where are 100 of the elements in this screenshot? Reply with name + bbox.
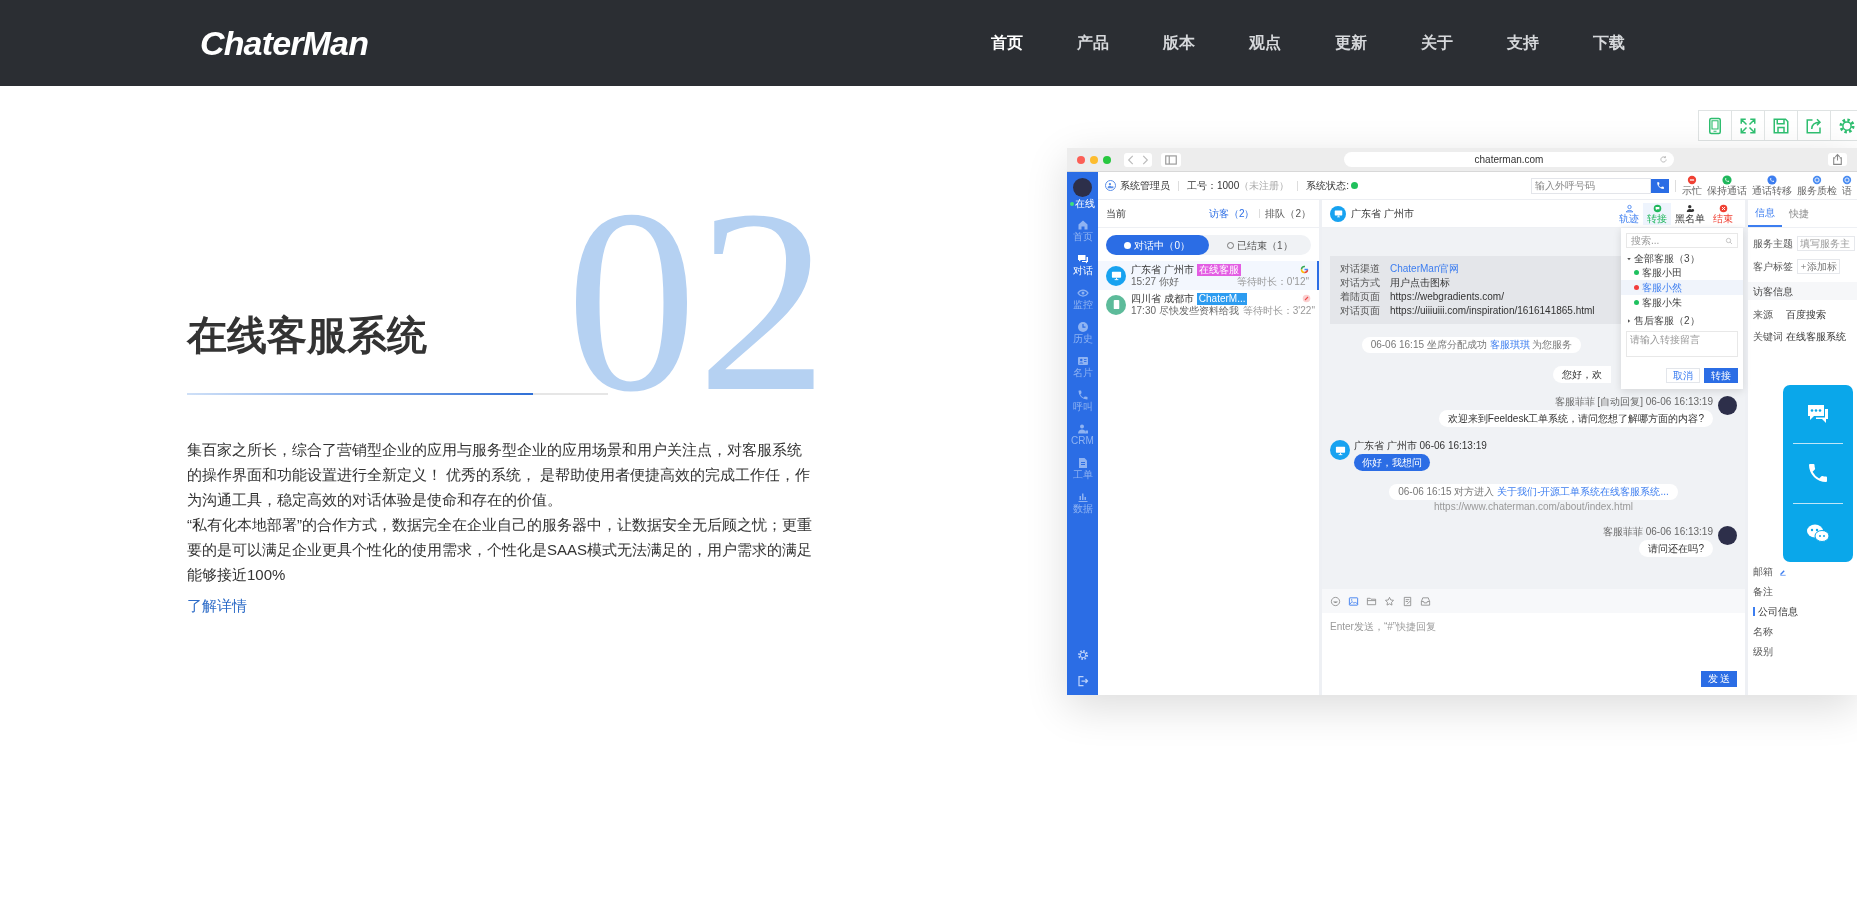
agent-option[interactable]: 客服小田 bbox=[1621, 265, 1743, 280]
wait-time: 等待时长：3'22" bbox=[1241, 304, 1315, 317]
smiley-icon[interactable] bbox=[1330, 595, 1341, 607]
info-value: https://webgradients.com/ bbox=[1390, 290, 1504, 304]
message-meta: 客服菲菲 06-06 16:13:19 bbox=[1602, 526, 1713, 538]
status-label: 系统状态: bbox=[1306, 179, 1350, 193]
call-button[interactable] bbox=[1651, 178, 1669, 193]
field-value: 在线客服系统 bbox=[1786, 330, 1846, 344]
cancel-button[interactable]: 取消 bbox=[1666, 368, 1700, 383]
nav-link[interactable]: 观点 bbox=[1222, 31, 1308, 55]
message-meta: 客服菲菲 [自动回复] 06-06 16:13:19 bbox=[1554, 396, 1713, 408]
sidebar-item[interactable]: 对话 bbox=[1072, 253, 1093, 277]
call-action-button[interactable]: 保持通话 bbox=[1707, 174, 1747, 197]
logo[interactable]: ChaterMan bbox=[200, 17, 369, 69]
transfer-note-field[interactable]: 请输入转接留言 bbox=[1626, 331, 1738, 357]
details-tab[interactable]: 快捷 bbox=[1782, 200, 1816, 227]
slash-badge-icon bbox=[1302, 294, 1311, 303]
section-title: 在线客服系统 bbox=[187, 312, 427, 359]
call-action-button[interactable]: 示忙 bbox=[1682, 174, 1702, 197]
call-action-button[interactable]: 语 bbox=[1842, 174, 1852, 197]
service-topic-field[interactable]: 填写服务主 bbox=[1797, 236, 1855, 251]
nav-link[interactable]: 首页 bbox=[964, 31, 1050, 55]
info-value: 用户点击图标 bbox=[1390, 276, 1450, 290]
pencil-icon[interactable] bbox=[1779, 567, 1787, 576]
add-tag-button[interactable]: 添加标 bbox=[1797, 259, 1840, 274]
learn-more-link[interactable]: 了解详情 bbox=[187, 595, 247, 618]
conversation-item[interactable]: 四川省 成都市 ChaterM... 17:30 尽快发些资料给我 等待时长：3'22" bbox=[1098, 290, 1319, 319]
search-field[interactable]: 搜索... bbox=[1626, 233, 1738, 248]
field-label: 备注 bbox=[1753, 585, 1773, 599]
field-label: 服务主题 bbox=[1753, 237, 1793, 251]
chat-action-button[interactable]: 黑名单 bbox=[1671, 202, 1709, 225]
wait-time: 等待时长：0'12" bbox=[1235, 275, 1309, 288]
last-message: 17:30 尽快发些资料给我 bbox=[1131, 304, 1239, 317]
nav-link[interactable]: 更新 bbox=[1308, 31, 1394, 55]
nav-link[interactable]: 关于 bbox=[1394, 31, 1480, 55]
url-text: chaterman.com bbox=[1474, 153, 1544, 167]
agent-group[interactable]: 售后客服（2） bbox=[1626, 314, 1738, 327]
conversation-item[interactable]: 广东省 广州市 在线客服 15:27 你好 等待时长：0'12" bbox=[1098, 261, 1319, 290]
star-icon[interactable] bbox=[1384, 595, 1395, 607]
dial-number-field[interactable]: 输入外呼号码 bbox=[1531, 177, 1651, 194]
info-label: 着陆页面 bbox=[1340, 290, 1381, 304]
call-action-button[interactable]: 服务质检 bbox=[1797, 174, 1837, 197]
user-icon bbox=[1107, 182, 1114, 189]
agent-option[interactable]: 客服小朱 bbox=[1621, 295, 1743, 310]
field-label: 来源 bbox=[1753, 308, 1774, 322]
monitor-icon bbox=[1110, 270, 1122, 281]
message-link[interactable]: 关于我们-开源工单系统在线客服系统... bbox=[1497, 486, 1669, 497]
agent-avatar bbox=[1718, 396, 1737, 415]
message-link[interactable]: 客服琪琪 bbox=[1489, 339, 1530, 350]
nav-link[interactable]: 支持 bbox=[1480, 31, 1566, 55]
details-tab[interactable]: 信息 bbox=[1748, 200, 1782, 227]
info-link[interactable]: ChaterMan官网 bbox=[1390, 262, 1460, 276]
reload-icon[interactable] bbox=[1659, 155, 1668, 164]
message-input[interactable]: Enter发送，“#”快捷回复 bbox=[1330, 619, 1737, 671]
nav-link[interactable]: 版本 bbox=[1136, 31, 1222, 55]
logout-icon[interactable] bbox=[1076, 675, 1089, 687]
page-url: https://www.chaterman.com/about/index.html bbox=[1434, 500, 1633, 513]
nav-link[interactable]: 产品 bbox=[1050, 31, 1136, 55]
section-heading: 公司信息 bbox=[1758, 605, 1798, 619]
chat-action-button[interactable]: 轨迹 bbox=[1615, 202, 1643, 225]
plus-icon bbox=[1800, 263, 1807, 270]
address-bar[interactable]: chaterman.com bbox=[1344, 152, 1674, 167]
agent-option[interactable]: 客服小然 bbox=[1621, 280, 1743, 295]
visitor-location: 广东省 广州市 bbox=[1131, 263, 1194, 276]
sidebar-toggle-icon[interactable] bbox=[1164, 152, 1178, 167]
nav-link[interactable]: 下载 bbox=[1566, 31, 1652, 55]
image-icon[interactable] bbox=[1348, 595, 1359, 607]
agent-group[interactable]: 全部客服（3） bbox=[1626, 252, 1738, 265]
id-card-icon bbox=[1076, 355, 1089, 367]
send-button[interactable]: 发 送 bbox=[1701, 671, 1737, 687]
expand-icon bbox=[1739, 116, 1757, 135]
list-tab[interactable]: 排队（2） bbox=[1265, 206, 1311, 221]
search-icon bbox=[1725, 236, 1733, 245]
info-label: 对话渠道 bbox=[1340, 262, 1381, 276]
field-value: 百度搜索 bbox=[1786, 308, 1826, 322]
person-icon bbox=[1685, 203, 1695, 213]
folder-icon[interactable] bbox=[1366, 595, 1377, 607]
transfer-button[interactable]: 转接 bbox=[1704, 368, 1738, 383]
field-label: 邮箱 bbox=[1753, 565, 1773, 579]
description-paragraph: 集百家之所长，综合了营销型企业的应用与服务型企业的应用场景和用户关注点，对客服系统的操作界面和功能设置进行全新定义！ 优秀的系统， 是帮助使用者便捷高效的完成工作任，作为沟通工具，稳定高效的对话体验是使命和存在的价值。 bbox=[187, 440, 812, 510]
list-tab[interactable]: 访客（2） bbox=[1208, 206, 1255, 221]
person-icon bbox=[1076, 423, 1089, 435]
filter-toggle[interactable]: 对话中（0） bbox=[1106, 235, 1209, 255]
settings-icon[interactable] bbox=[1076, 649, 1089, 661]
visitor-message: 你好，我想问 bbox=[1354, 454, 1430, 471]
channel-tag: 在线客服 bbox=[1196, 263, 1241, 276]
chat-title: 广东省 广州市 bbox=[1351, 207, 1414, 221]
chat-action-button[interactable]: 结束 bbox=[1709, 202, 1737, 225]
share-icon[interactable] bbox=[1831, 153, 1844, 166]
person-pin-icon bbox=[1624, 203, 1634, 213]
phone-icon bbox=[1076, 389, 1089, 401]
share-icon bbox=[1805, 116, 1823, 135]
call-action-button[interactable]: 通话转移 bbox=[1752, 174, 1792, 197]
last-message: 15:27 你好 bbox=[1131, 275, 1179, 288]
note-icon[interactable] bbox=[1402, 595, 1413, 607]
phone-icon bbox=[1767, 174, 1777, 185]
bar-chart-icon bbox=[1076, 491, 1089, 503]
filter-toggle[interactable]: 已结束（1） bbox=[1208, 235, 1311, 255]
inbox-icon[interactable] bbox=[1420, 595, 1431, 607]
chat-bubble-icon bbox=[1652, 203, 1662, 213]
